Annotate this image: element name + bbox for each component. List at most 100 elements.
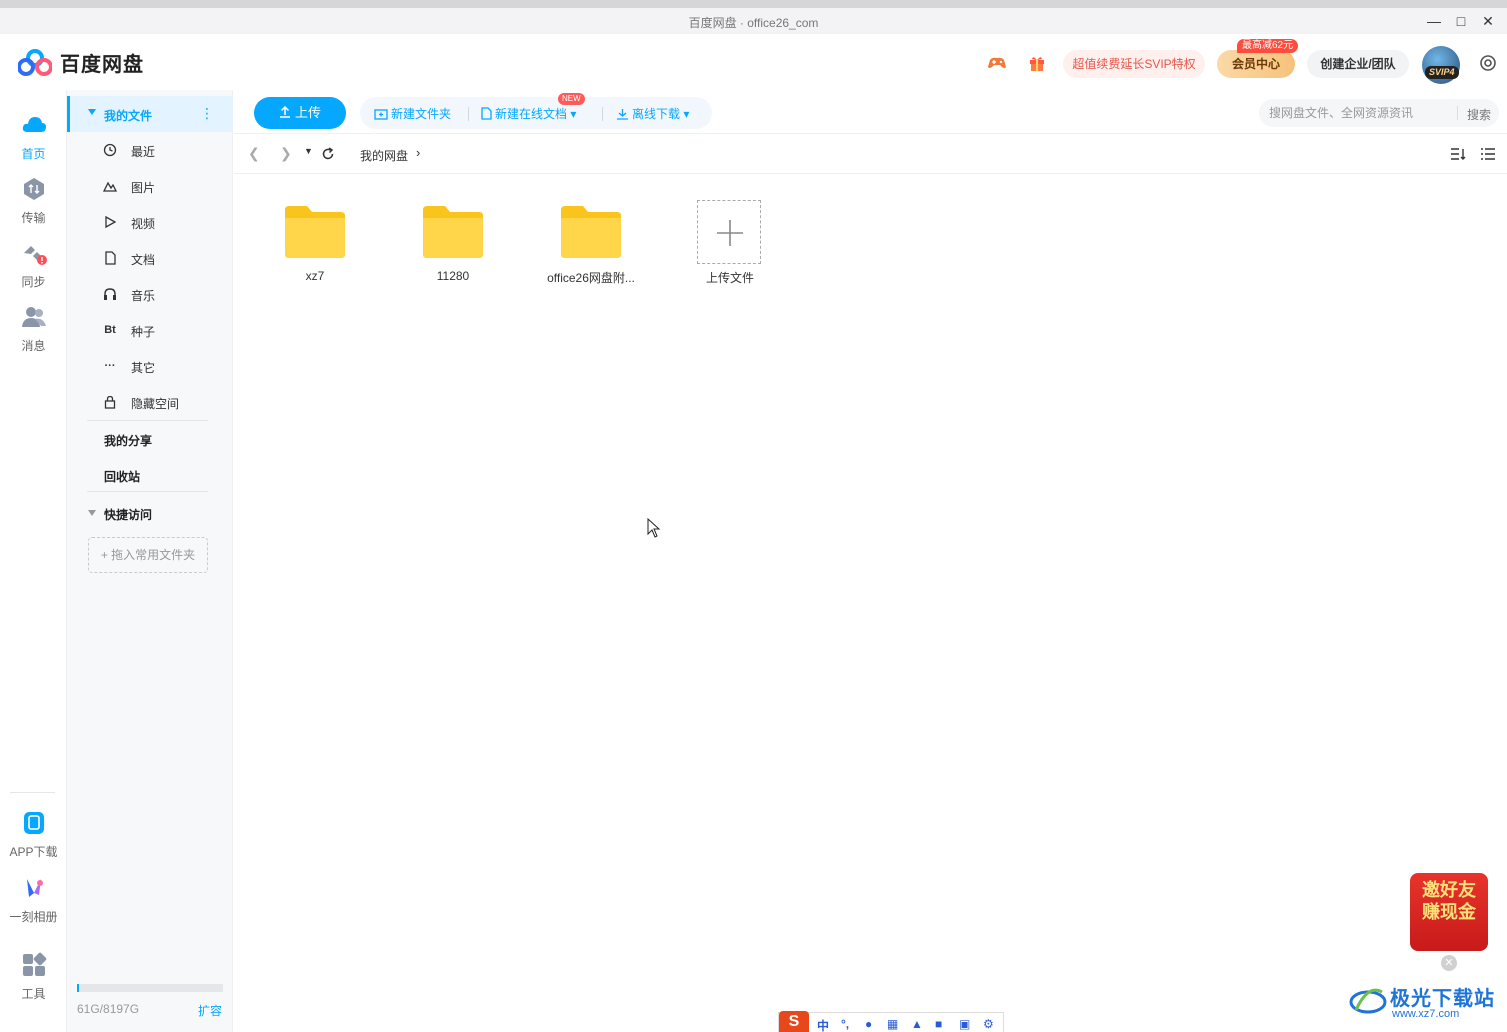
sidebar-item-recycle-bin[interactable]: 回收站: [104, 468, 140, 485]
sidebar-item-recent[interactable]: 最近: [67, 132, 233, 168]
navigation-bar: ❮ ❯ ▼ 我的网盘 ›: [234, 134, 1507, 174]
skin-icon[interactable]: ▲: [911, 1017, 923, 1031]
punctuation-icon[interactable]: °,: [841, 1017, 849, 1031]
sidebar-item-documents[interactable]: 文档: [67, 240, 233, 276]
rail-item-tools[interactable]: 工具: [0, 952, 67, 1002]
sidebar-item-quick-access[interactable]: 快捷访问: [104, 506, 152, 523]
member-center-button[interactable]: 会员中心: [1217, 50, 1295, 78]
plus-icon: [717, 220, 743, 246]
file-sidebar: 我的文件 ⋮ 最近 图片 视频 文档 音乐 Bt 种子 ··· 其它 隐藏空间 …: [67, 90, 233, 1032]
baidu-netdisk-logo-icon: [18, 48, 52, 76]
settings-icon[interactable]: [1477, 52, 1499, 74]
sidebar-item-images[interactable]: 图片: [67, 168, 233, 204]
toolbar-action-group: 新建文件夹 新建在线文档 ▾ 离线下载 ▾: [360, 97, 712, 129]
window-title: 百度网盘 · office26_com: [688, 16, 819, 30]
rail-item-album[interactable]: 一刻相册: [0, 875, 67, 925]
new-folder-button[interactable]: 新建文件夹: [374, 105, 451, 122]
rail-item-home[interactable]: 首页: [0, 112, 67, 162]
file-name: office26网盘附...: [547, 271, 635, 285]
storage-quota-bar: [77, 984, 223, 992]
sidebar-item-torrents[interactable]: Bt 种子: [67, 312, 233, 348]
message-icon: [21, 307, 46, 327]
svip-renew-button[interactable]: 超值续费延长SVIP特权: [1063, 50, 1205, 78]
file-name: 11280: [436, 269, 470, 283]
expand-storage-button[interactable]: 扩容: [198, 1002, 222, 1019]
refresh-icon[interactable]: [321, 147, 335, 161]
upload-label: 上传: [294, 105, 321, 120]
rail-item-sync[interactable]: 同步: [0, 240, 67, 290]
sidebar-item-label: 视频: [131, 217, 156, 231]
watermark-logo-icon: [1349, 988, 1387, 1014]
sidebar-item-my-files[interactable]: 我的文件 ⋮: [67, 96, 233, 132]
chevron-right-icon: ›: [416, 145, 421, 160]
more-options-icon[interactable]: ⋮: [200, 105, 214, 122]
rail-item-message[interactable]: 消息: [0, 304, 67, 354]
forward-arrow-icon[interactable]: ❯: [280, 145, 292, 162]
search-box: 搜索: [1259, 99, 1499, 127]
sidebar-item-music[interactable]: 音乐: [67, 276, 233, 312]
upload-icon: [279, 105, 290, 118]
sidebar-item-label: 我的文件: [104, 109, 153, 123]
collapse-triangle-icon[interactable]: [88, 510, 96, 516]
keyboard-icon[interactable]: ▦: [887, 1017, 898, 1031]
apps-icon[interactable]: ▣: [959, 1017, 970, 1031]
folder-tile[interactable]: 11280: [394, 200, 512, 300]
microphone-icon[interactable]: ●: [865, 1017, 872, 1031]
storage-quota-text: 61G/8197G: [77, 1002, 140, 1016]
upload-button[interactable]: 上传: [254, 97, 346, 129]
back-arrow-icon[interactable]: ❮: [248, 145, 260, 162]
sidebar-item-hidden-space[interactable]: 隐藏空间: [67, 384, 233, 420]
ime-toolbar: S 中 °, ● ▦ ▲ ■ ▣ ⚙: [778, 1011, 1004, 1032]
document-icon: [105, 251, 116, 265]
history-dropdown-icon[interactable]: ▼: [304, 146, 313, 156]
settings-icon[interactable]: ⚙: [983, 1017, 994, 1031]
bt-icon: Bt: [104, 324, 116, 336]
offline-download-label: 离线下载: [632, 107, 681, 121]
search-input[interactable]: [1269, 99, 1449, 127]
ime-mode-toggle[interactable]: 中: [817, 1017, 829, 1032]
new-online-doc-label: 新建在线文档: [495, 107, 568, 121]
maximize-button[interactable]: □: [1452, 12, 1470, 30]
tools-icon: [22, 952, 46, 976]
promo-line-2: 赚现金: [1422, 902, 1476, 922]
breadcrumb[interactable]: 我的网盘: [360, 147, 408, 164]
rail-item-transfer[interactable]: 传输: [0, 176, 67, 226]
toolbar: 上传 新建文件夹 新建在线文档 ▾ 离线下载 ▾ NEW 搜索: [234, 90, 1507, 134]
app-header: 百度网盘 超值续费延长SVIP特权 会员中心 最高减62元 创建企业/团队 SV…: [0, 34, 1507, 90]
title-bar: 百度网盘 · office26_com — □ ✕: [0, 0, 1507, 34]
quick-access-drop-zone[interactable]: + 拖入常用文件夹: [88, 537, 208, 573]
toolbar-separator: [468, 107, 469, 121]
app-logo[interactable]: 百度网盘: [18, 48, 144, 77]
rail-label: 传输: [21, 211, 46, 225]
upload-file-tile[interactable]: 上传文件: [671, 200, 789, 300]
search-button[interactable]: 搜索: [1467, 106, 1491, 123]
sogou-logo-icon[interactable]: S: [779, 1011, 809, 1032]
game-controller-icon[interactable]: [986, 52, 1008, 74]
folder-tile[interactable]: xz7: [256, 200, 374, 300]
minimize-button[interactable]: —: [1425, 12, 1443, 30]
upload-drop-box: [697, 200, 761, 264]
sort-icon[interactable]: [1450, 147, 1466, 161]
sidebar-item-videos[interactable]: 视频: [67, 204, 233, 240]
promo-close-icon[interactable]: ✕: [1441, 955, 1457, 971]
list-view-icon[interactable]: [1480, 147, 1496, 161]
rail-label: APP下载: [9, 845, 58, 859]
folder-tile[interactable]: office26网盘附...: [532, 200, 650, 300]
sidebar-item-my-share[interactable]: 我的分享: [104, 432, 152, 449]
robot-icon[interactable]: ■: [935, 1017, 942, 1031]
invite-friends-promo[interactable]: 邀好友 赚现金: [1410, 873, 1488, 951]
rail-item-app-download[interactable]: APP下载: [0, 810, 67, 860]
close-button[interactable]: ✕: [1479, 12, 1497, 30]
rail-label: 消息: [21, 339, 46, 353]
new-online-doc-button[interactable]: 新建在线文档 ▾: [480, 105, 576, 122]
sidebar-item-other[interactable]: ··· 其它: [67, 348, 233, 384]
create-team-button[interactable]: 创建企业/团队: [1307, 50, 1409, 78]
sidebar-item-label: 种子: [131, 325, 156, 339]
folder-icon: [423, 206, 483, 258]
lock-icon: [104, 395, 116, 409]
download-icon: [617, 109, 628, 120]
svip-level-badge: SVIP4: [1425, 66, 1459, 79]
offline-download-button[interactable]: 离线下载 ▾: [616, 105, 689, 122]
gift-icon[interactable]: [1026, 52, 1048, 74]
folder-icon: [285, 206, 345, 258]
